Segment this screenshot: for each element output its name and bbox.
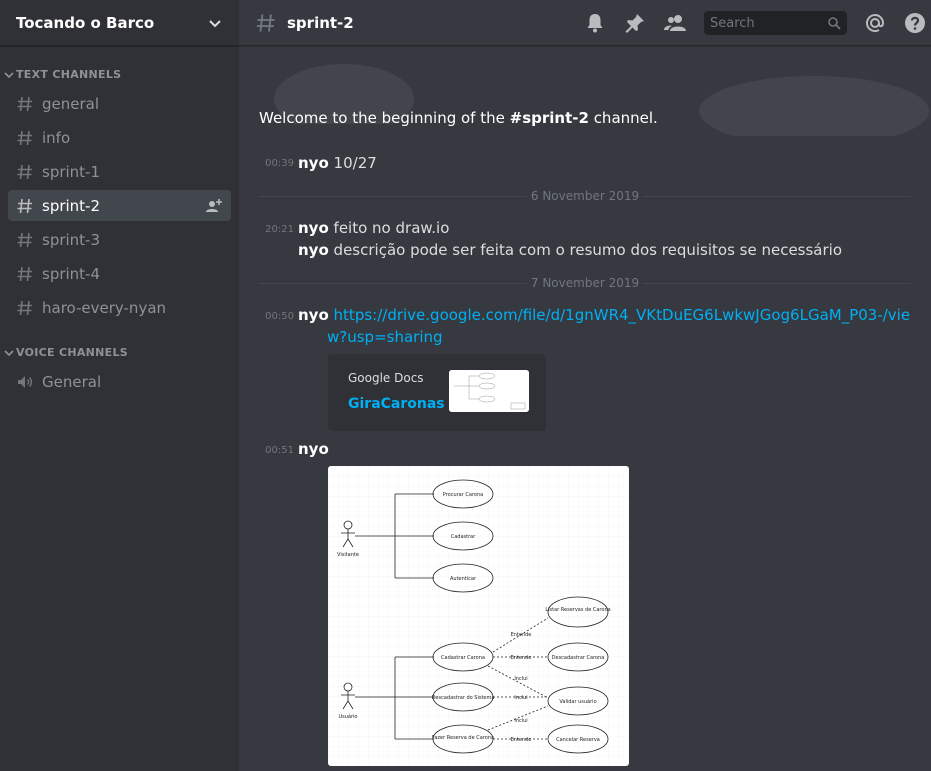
use-case-diagram-image[interactable]: Visitante Usuário Procurar Carona Cadast… bbox=[328, 466, 629, 766]
link-embed: Google Docs GiraCaronas bbox=[328, 354, 546, 431]
diagram-use-case-label: Cancelar Reserva bbox=[556, 737, 600, 743]
diagram-use-case-label: Cadastrar bbox=[451, 534, 476, 540]
channel-label: sprint-1 bbox=[42, 162, 101, 181]
category-label: VOICE CHANNELS bbox=[16, 346, 129, 359]
channel-sprint-4[interactable]: sprint-4 bbox=[8, 258, 231, 289]
bell-icon[interactable] bbox=[583, 11, 607, 35]
hash-icon bbox=[256, 13, 275, 32]
search-input[interactable]: Search bbox=[704, 11, 847, 35]
date-divider-label: 7 November 2019 bbox=[526, 276, 644, 290]
message: w?usp=sharing bbox=[327, 328, 443, 346]
channel-label: info bbox=[42, 128, 71, 147]
hash-icon bbox=[17, 96, 32, 111]
drive-link-continued[interactable]: w?usp=sharing bbox=[327, 328, 443, 346]
channel-sprint-1[interactable]: sprint-1 bbox=[8, 156, 231, 187]
message-author[interactable]: nyo bbox=[298, 306, 329, 324]
diagram-relation-label: Entende bbox=[511, 737, 532, 743]
chevron-down-icon bbox=[209, 19, 221, 27]
welcome-suffix: channel. bbox=[588, 109, 658, 127]
channel-title: sprint-2 bbox=[287, 13, 354, 32]
channel-general[interactable]: general bbox=[8, 88, 231, 119]
discord-watermark-icon bbox=[699, 76, 929, 136]
message: nyo descrição pode ser feita com o resum… bbox=[298, 241, 842, 259]
date-divider: 6 November 2019 bbox=[259, 189, 911, 203]
diagram-use-case-label: Descadastrar Carona bbox=[552, 655, 605, 661]
diagram-relation-label: Entende bbox=[511, 632, 532, 638]
guild-name: Tocando o Barco bbox=[16, 13, 155, 32]
hash-icon bbox=[17, 198, 32, 213]
message-author[interactable]: nyo bbox=[298, 154, 329, 172]
channel-sprint-3[interactable]: sprint-3 bbox=[8, 224, 231, 255]
message-timestamp: 00:50 bbox=[265, 311, 294, 322]
category-text-channels[interactable]: TEXT CHANNELS bbox=[4, 68, 121, 81]
message-content: descrição pode ser feita com o resumo do… bbox=[333, 241, 843, 259]
channel-label: sprint-3 bbox=[42, 230, 101, 249]
search-placeholder: Search bbox=[710, 15, 755, 31]
channel-sidebar: Tocando o Barco TEXT CHANNELS general in… bbox=[0, 0, 239, 771]
drive-link[interactable]: https://drive.google.com/file/d/1gnWR4_V… bbox=[334, 306, 911, 324]
message: nyo 10/27 bbox=[298, 154, 377, 172]
hash-icon bbox=[17, 130, 32, 145]
voice-channel-general[interactable]: General bbox=[8, 366, 231, 397]
diagram-use-case-label: Validar usuário bbox=[559, 698, 596, 705]
welcome-channel: #sprint-2 bbox=[509, 109, 589, 127]
hash-icon bbox=[17, 266, 32, 281]
channel-label: General bbox=[42, 372, 102, 391]
message-content: 10/27 bbox=[333, 154, 377, 172]
speaker-icon bbox=[18, 375, 33, 388]
channel-sprint-2[interactable]: sprint-2 bbox=[8, 190, 231, 221]
diagram-actor-label: Usuário bbox=[338, 713, 357, 720]
pin-icon[interactable] bbox=[623, 11, 647, 35]
message-content: feito no draw.io bbox=[333, 219, 450, 237]
channel-haro-every-nyan[interactable]: haro-every-nyan bbox=[8, 292, 231, 323]
help-icon[interactable] bbox=[903, 11, 927, 35]
channel-label: sprint-2 bbox=[42, 196, 101, 215]
message: nyo bbox=[298, 440, 329, 458]
diagram-relation-label: Inclui bbox=[514, 676, 527, 682]
diagram-relation-label: Inclui bbox=[514, 718, 527, 724]
add-member-icon[interactable] bbox=[205, 197, 223, 215]
message: nyo feito no draw.io bbox=[298, 219, 449, 237]
diagram-use-case-label: Autenticar bbox=[450, 576, 477, 582]
guild-header[interactable]: Tocando o Barco bbox=[0, 0, 239, 46]
category-label: TEXT CHANNELS bbox=[16, 68, 122, 81]
channel-info[interactable]: info bbox=[8, 122, 231, 153]
hash-icon bbox=[17, 232, 32, 247]
mention-icon[interactable] bbox=[863, 11, 887, 35]
message-area[interactable]: Welcome to the beginning of the #sprint-… bbox=[239, 46, 931, 771]
caret-down-icon bbox=[4, 349, 14, 356]
message-author[interactable]: nyo bbox=[298, 440, 329, 458]
message-timestamp: 00:39 bbox=[265, 158, 294, 169]
date-divider-label: 6 November 2019 bbox=[526, 189, 644, 203]
welcome-prefix: Welcome to the beginning of the bbox=[259, 109, 510, 127]
diagram-relation-label: Entende bbox=[511, 655, 532, 661]
channel-label: sprint-4 bbox=[42, 264, 101, 283]
caret-down-icon bbox=[4, 71, 14, 78]
diagram-drawing: Visitante Usuário Procurar Carona Cadast… bbox=[328, 466, 629, 766]
message-timestamp: 20:21 bbox=[265, 224, 294, 235]
message-author[interactable]: nyo bbox=[298, 241, 329, 259]
diagram-use-case-label: Fazer Reserva de Carona bbox=[432, 735, 494, 741]
channel-label: haro-every-nyan bbox=[42, 298, 167, 317]
hash-icon bbox=[17, 300, 32, 315]
message-timestamp: 00:51 bbox=[265, 445, 294, 456]
hash-icon bbox=[17, 164, 32, 179]
diagram-use-case-label: Listar Reservas de Carona bbox=[545, 607, 610, 613]
embed-provider: Google Docs bbox=[348, 371, 424, 385]
diagram-relation-label: Inclui bbox=[514, 695, 527, 701]
diagram-use-case-label: Descadastrar do Sistema bbox=[432, 695, 495, 701]
member-list-icon[interactable] bbox=[663, 11, 687, 35]
embed-title[interactable]: GiraCaronas bbox=[348, 396, 445, 412]
channel-label: general bbox=[42, 94, 100, 113]
embed-thumbnail[interactable] bbox=[449, 370, 529, 412]
search-icon bbox=[828, 17, 841, 30]
diagram-use-case-label: Procurar Carona bbox=[443, 492, 483, 498]
date-divider: 7 November 2019 bbox=[259, 276, 911, 290]
diagram-actor-label: Visitante bbox=[337, 552, 359, 558]
diagram-use-case-label: Cadastrar Carona bbox=[441, 655, 485, 661]
message-author[interactable]: nyo bbox=[298, 219, 329, 237]
message: nyo https://drive.google.com/file/d/1gnW… bbox=[298, 306, 910, 324]
category-voice-channels[interactable]: VOICE CHANNELS bbox=[4, 346, 128, 359]
welcome-message: Welcome to the beginning of the #sprint-… bbox=[259, 109, 658, 127]
